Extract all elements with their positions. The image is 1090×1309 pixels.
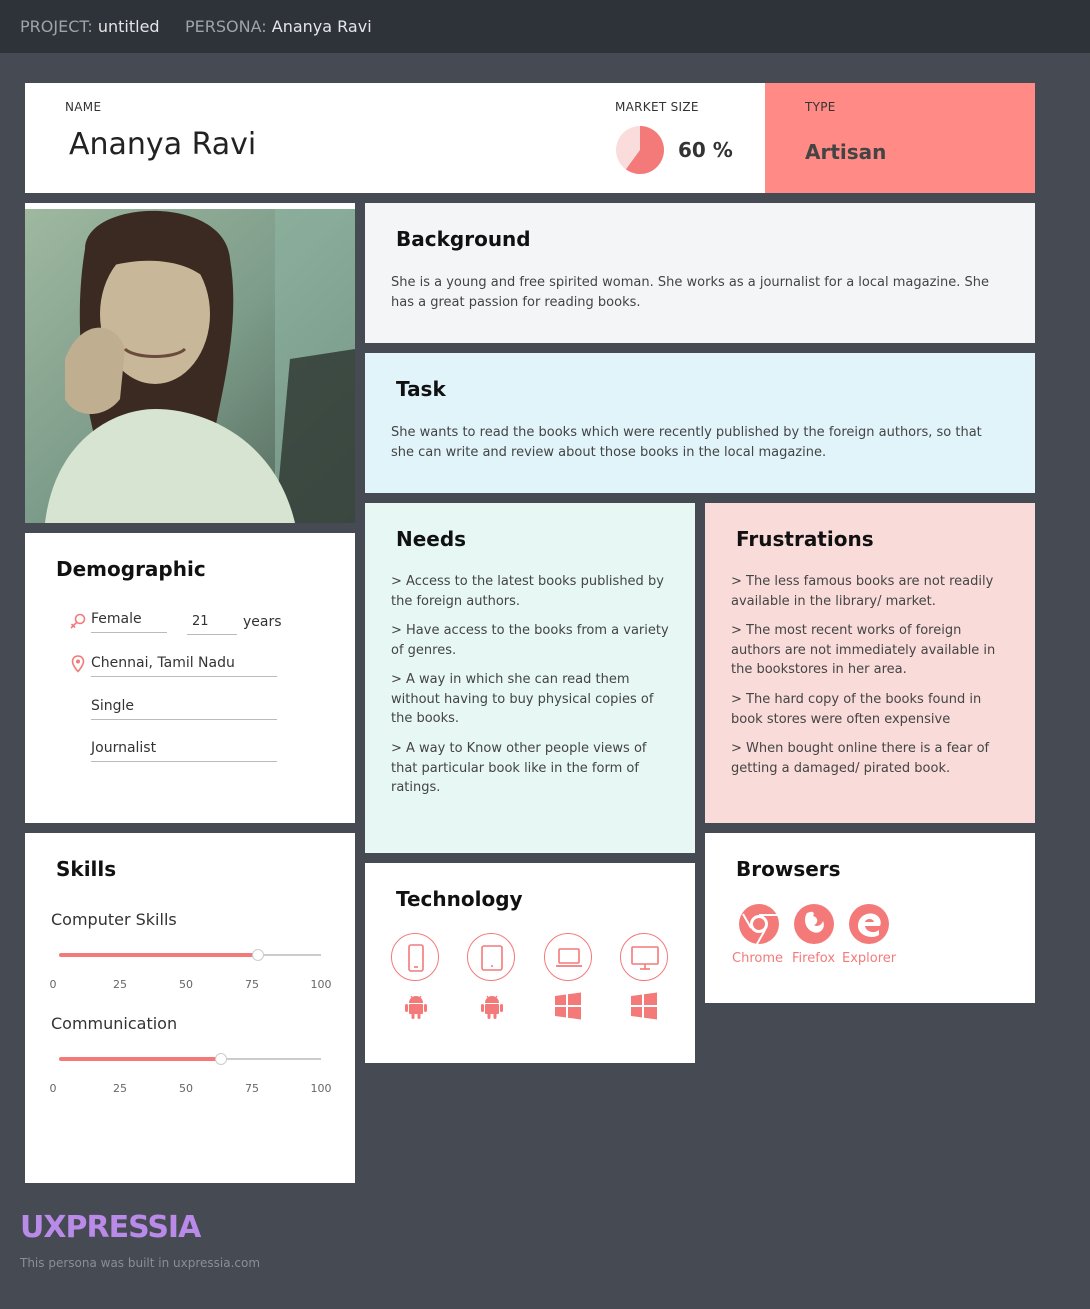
tablet-icon <box>481 945 503 971</box>
mobile-icon <box>408 944 424 972</box>
device-mobile[interactable] <box>391 933 439 981</box>
chrome-icon[interactable] <box>738 903 780 945</box>
project-name[interactable]: untitled <box>98 17 160 36</box>
frustrations-section: Frustrations > The less famous books are… <box>705 503 1035 823</box>
background-title: Background <box>396 227 531 251</box>
type-card: TYPE Artisan <box>765 83 1035 193</box>
needs-item[interactable]: > A way to Know other people views of th… <box>391 739 671 798</box>
android-icon <box>481 995 503 1019</box>
skill-label: Communication <box>51 1014 178 1033</box>
windows-icon <box>631 992 657 1020</box>
uxpressia-logo[interactable]: UXPRESSIA <box>20 1210 201 1245</box>
browsers-section: Browsers Chrome Firefox Explorer <box>705 833 1035 1003</box>
android-icon <box>405 995 427 1019</box>
explorer-icon[interactable] <box>848 903 890 945</box>
slider-tick: 50 <box>179 1082 193 1095</box>
browser-label: Firefox <box>792 951 836 966</box>
slider-tick: 0 <box>49 1082 57 1095</box>
slider-tick: 50 <box>179 978 193 991</box>
skills-title: Skills <box>56 857 117 881</box>
frustrations-item[interactable]: > When bought online there is a fear of … <box>731 739 1011 778</box>
location-field[interactable]: Chennai, Tamil Nadu <box>91 655 277 677</box>
firefox-icon[interactable] <box>793 903 835 945</box>
location-pin-icon <box>71 655 85 673</box>
windows-icon <box>555 992 581 1020</box>
device-tablet[interactable] <box>467 933 515 981</box>
header-card: NAME Ananya Ravi MARKET SIZE 60 % <box>25 83 765 193</box>
skills-section: Skills Computer Skills 0 25 50 75 100 Co… <box>25 833 355 1183</box>
gender-field[interactable]: Female <box>91 611 167 633</box>
frustrations-item[interactable]: > The most recent works of foreign autho… <box>731 621 1011 680</box>
persona-photo[interactable] <box>25 203 355 523</box>
device-laptop[interactable] <box>544 933 592 981</box>
slider-tick: 75 <box>245 1082 259 1095</box>
slider-tick: 25 <box>113 978 127 991</box>
skill-slider-fill <box>59 1057 222 1061</box>
market-size-pie-icon <box>616 126 664 174</box>
marital-status-field[interactable]: Single <box>91 698 277 720</box>
slider-tick: 0 <box>49 978 57 991</box>
needs-title: Needs <box>396 527 467 551</box>
demographic-title: Demographic <box>56 557 206 581</box>
footer-note: This persona was built in uxpressia.com <box>20 1256 261 1270</box>
occupation-field[interactable]: Journalist <box>91 740 277 762</box>
browsers-title: Browsers <box>736 857 841 881</box>
persona-title[interactable]: Ananya Ravi <box>69 127 256 162</box>
type-value[interactable]: Artisan <box>805 140 886 164</box>
skill-slider-handle[interactable] <box>252 949 265 961</box>
skill-slider-fill <box>59 953 259 957</box>
slider-tick: 100 <box>310 1082 332 1095</box>
desktop-icon <box>631 946 659 970</box>
age-field[interactable]: 21 <box>187 614 237 635</box>
laptop-icon <box>556 948 582 967</box>
demographic-section: Demographic Female 21 years Chennai, Tam… <box>25 533 355 823</box>
skill-label: Computer Skills <box>51 910 177 929</box>
task-title: Task <box>396 377 446 401</box>
project-label: PROJECT: <box>20 17 93 36</box>
needs-item[interactable]: > Have access to the books from a variet… <box>391 621 671 660</box>
frustrations-item[interactable]: > The hard copy of the books found in bo… <box>731 690 1011 729</box>
top-bar: PROJECT: untitled PERSONA: Ananya Ravi <box>0 0 1090 53</box>
task-section: Task She wants to read the books which w… <box>365 353 1035 493</box>
market-size-value: 60 % <box>678 138 733 162</box>
market-size-label: MARKET SIZE <box>615 100 699 114</box>
technology-title: Technology <box>396 887 523 911</box>
technology-section: Technology <box>365 863 695 1063</box>
needs-item[interactable]: > A way in which she can read them witho… <box>391 670 671 729</box>
name-label: NAME <box>65 100 102 114</box>
type-label: TYPE <box>805 100 836 114</box>
gender-female-icon <box>70 613 86 629</box>
avatar <box>25 209 355 523</box>
persona-label: PERSONA: <box>185 17 267 36</box>
slider-tick: 100 <box>310 978 332 991</box>
age-unit: years <box>243 614 282 630</box>
browser-label: Explorer <box>842 951 897 966</box>
needs-item[interactable]: > Access to the latest books published b… <box>391 572 671 611</box>
skill-slider-handle[interactable] <box>215 1053 228 1065</box>
slider-tick: 25 <box>113 1082 127 1095</box>
frustrations-title: Frustrations <box>736 527 874 551</box>
needs-section: Needs > Access to the latest books publi… <box>365 503 695 853</box>
slider-tick: 75 <box>245 978 259 991</box>
device-desktop[interactable] <box>620 933 668 981</box>
background-section: Background She is a young and free spiri… <box>365 203 1035 343</box>
task-text[interactable]: She wants to read the books which were r… <box>391 423 1006 463</box>
background-text[interactable]: She is a young and free spirited woman. … <box>391 273 1006 313</box>
browser-label: Chrome <box>732 951 783 966</box>
persona-name[interactable]: Ananya Ravi <box>272 17 372 36</box>
frustrations-item[interactable]: > The less famous books are not readily … <box>731 572 1011 611</box>
